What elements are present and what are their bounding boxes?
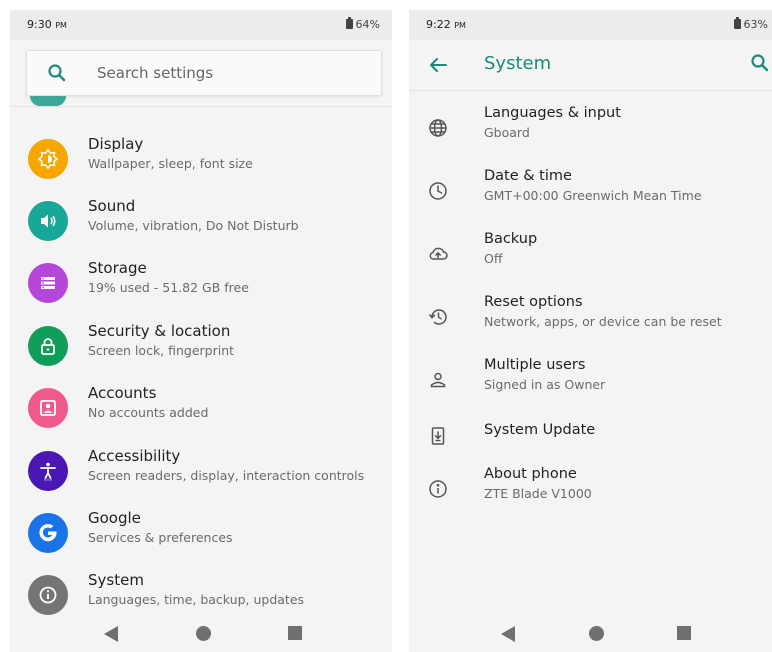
item-subtitle: Screen lock, fingerprint: [88, 343, 235, 358]
history-icon: [427, 306, 449, 328]
settings-screen: 9:30 PM 64% Search settings Display Wall…: [10, 10, 392, 652]
item-title: Accessibility: [88, 447, 181, 465]
cloud-upload-icon: [427, 243, 449, 265]
navigation-bar: [10, 622, 392, 652]
nav-back-icon[interactable]: [104, 626, 118, 642]
page-title: System: [484, 53, 552, 74]
status-time: 9:30 PM: [27, 18, 67, 31]
person-icon: [427, 369, 449, 391]
item-title: System: [88, 571, 144, 589]
item-title: Backup: [484, 231, 538, 247]
settings-item-storage[interactable]: Storage 19% used - 51.82 GB free: [10, 254, 392, 310]
battery-indicator: 63%: [733, 17, 768, 31]
system-item-languages[interactable]: Languages & input Gboard: [409, 102, 772, 158]
item-title: Languages & input: [484, 105, 621, 121]
item-subtitle: No accounts added: [88, 405, 209, 420]
storage-icon: [28, 263, 68, 303]
nav-recents-icon[interactable]: [677, 626, 691, 640]
system-item-multiple-users[interactable]: Multiple users Signed in as Owner: [409, 354, 772, 410]
nav-home-icon[interactable]: [196, 626, 211, 641]
settings-item-system[interactable]: System Languages, time, backup, updates: [10, 566, 392, 622]
nav-home-icon[interactable]: [589, 626, 604, 641]
search-icon[interactable]: [750, 53, 770, 77]
item-subtitle: Signed in as Owner: [484, 377, 606, 392]
info-icon: [427, 478, 449, 500]
system-item-reset-options[interactable]: Reset options Network, apps, or device c…: [409, 291, 772, 347]
globe-icon: [427, 117, 449, 139]
item-subtitle: Gboard: [484, 125, 530, 140]
system-item-system-update[interactable]: System Update: [409, 410, 772, 466]
item-subtitle: Network, apps, or device can be reset: [484, 314, 722, 329]
system-screen: 9:22 PM 63% System Languages & input Gbo…: [409, 10, 772, 652]
settings-item-accessibility[interactable]: Accessibility Screen readers, display, i…: [10, 442, 392, 498]
item-title: Date & time: [484, 168, 572, 184]
item-title: System Update: [484, 422, 596, 438]
item-title: Accounts: [88, 384, 157, 402]
system-item-about-phone[interactable]: About phone ZTE Blade V1000: [409, 463, 772, 519]
lock-icon: [28, 326, 68, 366]
app-bar: System: [409, 40, 772, 91]
item-title: Reset options: [484, 294, 583, 310]
settings-item-security[interactable]: Security & location Screen lock, fingerp…: [10, 317, 392, 373]
system-item-date-time[interactable]: Date & time GMT+00:00 Greenwich Mean Tim…: [409, 165, 772, 221]
status-bar: 9:22 PM 63%: [409, 10, 772, 40]
sound-icon: [28, 201, 68, 241]
accessibility-icon: [28, 451, 68, 491]
google-icon: [28, 513, 68, 553]
settings-item-google[interactable]: Google Services & preferences: [10, 504, 392, 560]
item-subtitle: Services & preferences: [88, 530, 233, 545]
search-icon: [47, 63, 67, 87]
partial-network-icon: [30, 96, 66, 106]
system-item-backup[interactable]: Backup Off: [409, 228, 772, 284]
system-info-icon: [28, 575, 68, 615]
back-arrow-icon[interactable]: [427, 54, 449, 80]
item-subtitle: Languages, time, backup, updates: [88, 592, 305, 607]
settings-item-display[interactable]: Display Wallpaper, sleep, font size: [10, 130, 392, 186]
search-placeholder: Search settings: [97, 64, 214, 82]
item-title: About phone: [484, 466, 577, 482]
item-subtitle: 19% used - 51.82 GB free: [88, 280, 249, 295]
navigation-bar: [409, 622, 772, 652]
search-input[interactable]: Search settings: [26, 50, 382, 96]
item-subtitle: Volume, vibration, Do Not Disturb: [88, 218, 299, 233]
settings-item-sound[interactable]: Sound Volume, vibration, Do Not Disturb: [10, 192, 392, 248]
item-subtitle: ZTE Blade V1000: [484, 486, 592, 501]
nav-back-icon[interactable]: [501, 626, 515, 642]
clock-icon: [427, 180, 449, 202]
battery-indicator: 64%: [345, 17, 380, 31]
search-area: Search settings: [10, 40, 392, 107]
item-subtitle: Off: [484, 251, 503, 266]
display-icon: [28, 139, 68, 179]
item-subtitle: Screen readers, display, interaction con…: [88, 468, 365, 483]
item-subtitle: Wallpaper, sleep, font size: [88, 156, 253, 171]
nav-recents-icon[interactable]: [288, 626, 302, 640]
item-title: Security & location: [88, 322, 231, 340]
item-subtitle: GMT+00:00 Greenwich Mean Time: [484, 188, 702, 203]
system-update-icon: [427, 425, 449, 447]
battery-icon: [345, 17, 353, 29]
item-title: Google: [88, 509, 141, 527]
status-bar: 9:30 PM 64%: [10, 10, 392, 40]
settings-item-accounts[interactable]: Accounts No accounts added: [10, 379, 392, 435]
item-title: Display: [88, 135, 144, 153]
item-title: Sound: [88, 197, 136, 215]
accounts-icon: [28, 388, 68, 428]
status-time: 9:22 PM: [426, 18, 466, 31]
item-title: Storage: [88, 259, 147, 277]
battery-icon: [733, 17, 741, 29]
item-title: Multiple users: [484, 357, 586, 373]
